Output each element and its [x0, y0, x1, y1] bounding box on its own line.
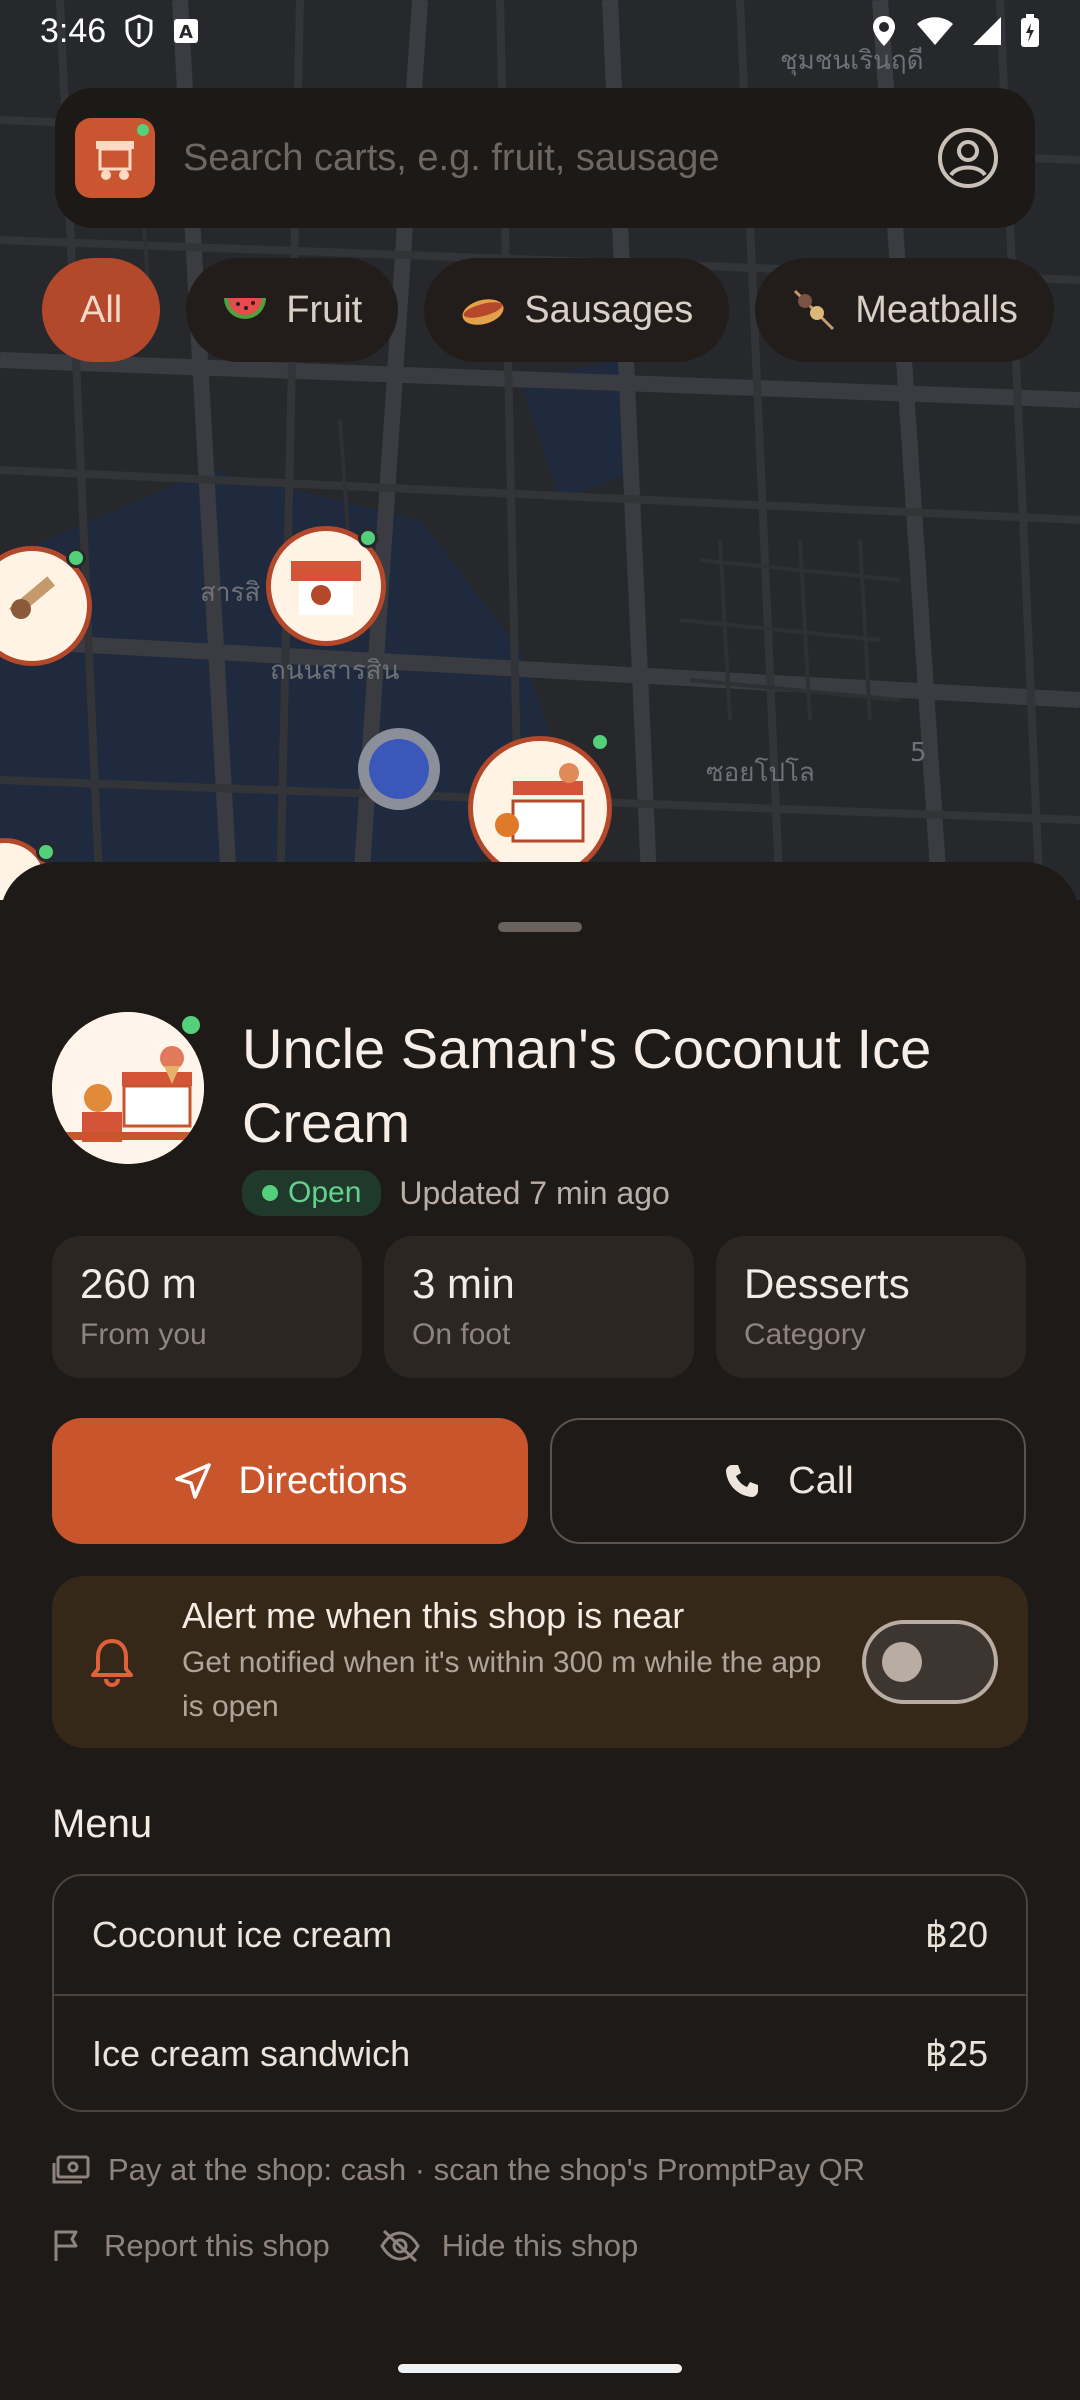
bell-icon	[91, 1639, 133, 1687]
status-time: 3:46	[40, 11, 107, 50]
font-icon: A	[174, 19, 199, 43]
online-indicator	[358, 528, 378, 548]
shop-avatar	[52, 1012, 204, 1164]
stat-value: 3 min	[412, 1260, 515, 1307]
directions-button[interactable]: Directions	[52, 1418, 528, 1544]
footer-links: Report this shop Hide this shop	[52, 2228, 638, 2264]
menu-item-price: ฿20	[925, 1914, 988, 1955]
map-label: สารสิ	[200, 578, 261, 608]
chip-label: Meatballs	[855, 288, 1018, 331]
app-logo	[75, 118, 155, 198]
alert-description: Get notified when it's within 300 m whil…	[182, 1646, 822, 1723]
search-bar[interactable]: Search carts, e.g. fruit, sausage	[55, 88, 1035, 228]
flag-icon	[54, 2230, 78, 2261]
call-label: Call	[788, 1459, 854, 1502]
chip-label: All	[80, 288, 123, 331]
hide-label: Hide this shop	[441, 2228, 639, 2263]
chip-fruit[interactable]: Fruit	[186, 258, 399, 362]
stat-label: On foot	[412, 1318, 511, 1351]
food-cart-icon	[96, 141, 134, 180]
stat-distance: 260 m From you	[52, 1236, 362, 1378]
user-location-marker	[358, 728, 440, 810]
shop-stats: 260 m From you 3 min On foot Desserts Ca…	[52, 1236, 1026, 1378]
shop-header: Uncle Saman's Coconut Ice Cream Open Upd…	[52, 1012, 1032, 1216]
location-icon	[873, 16, 895, 46]
status-bar: 3:46 A	[0, 0, 1080, 62]
navigation-arrow-icon	[174, 1463, 211, 1499]
svg-text:A: A	[179, 22, 193, 43]
menu-item-name: Coconut ice cream	[92, 1914, 393, 1955]
menu-list: Coconut ice cream ฿20 Ice cream sandwich…	[52, 1874, 1028, 2112]
action-buttons: Directions Call	[52, 1418, 1026, 1544]
menu-item-price: ฿25	[925, 2033, 988, 2074]
map-label: ซอยโปโล	[706, 758, 815, 788]
chip-label: Sausages	[524, 288, 694, 331]
map-label: 5	[910, 738, 927, 768]
phone-icon	[726, 1465, 759, 1497]
sheet-drag-handle[interactable]	[498, 922, 582, 932]
online-indicator	[36, 842, 56, 862]
menu-item: Coconut ice cream ฿20	[54, 1876, 1026, 1994]
stat-category: Desserts Category	[716, 1236, 1026, 1378]
status-label: Open	[288, 1176, 362, 1209]
shop-name: Uncle Saman's Coconut Ice Cream	[242, 1017, 932, 1154]
menu-item-name: Ice cream sandwich	[92, 2033, 411, 2074]
stat-value: Desserts	[744, 1260, 910, 1307]
payment-info: Pay at the shop: cash · scan the shop's …	[52, 2152, 865, 2188]
map-label: ถนนสารสิน	[270, 656, 400, 686]
search-input[interactable]: Search carts, e.g. fruit, sausage	[183, 137, 720, 180]
cart-marker[interactable]	[468, 736, 612, 880]
stat-label: From you	[80, 1318, 207, 1351]
updated-time: Updated 7 min ago	[399, 1174, 670, 1211]
online-indicator	[66, 548, 86, 568]
menu-heading: Menu	[52, 1802, 153, 1846]
wifi-icon	[917, 17, 953, 45]
chip-sausages[interactable]: Sausages	[424, 258, 730, 362]
signal-icon	[973, 17, 1001, 45]
alert-title: Alert me when this shop is near	[182, 1595, 685, 1636]
chip-meatballs[interactable]: Meatballs	[755, 258, 1054, 362]
call-button[interactable]: Call	[550, 1418, 1026, 1544]
report-label: Report this shop	[104, 2228, 330, 2263]
chip-all[interactable]: All	[42, 258, 161, 362]
stat-walk-time: 3 min On foot	[384, 1236, 694, 1378]
gesture-home-bar[interactable]	[398, 2364, 682, 2373]
account-icon[interactable]	[937, 127, 999, 189]
watermelon-icon	[224, 298, 267, 319]
stat-label: Category	[744, 1318, 866, 1351]
online-indicator	[178, 1012, 204, 1038]
category-chips: All Fruit Sausages Meatballs	[42, 258, 1054, 362]
hotdog-icon	[462, 299, 504, 325]
shop-detail-sheet: Uncle Saman's Coconut Ice Cream Open Upd…	[0, 862, 1080, 2400]
online-indicator	[590, 732, 610, 752]
directions-label: Directions	[238, 1459, 408, 1502]
hide-shop-link[interactable]: Hide this shop	[379, 2228, 639, 2264]
report-shop-link[interactable]: Report this shop	[52, 2228, 330, 2264]
eye-off-icon	[379, 2229, 420, 2263]
menu-item: Ice cream sandwich ฿25	[54, 1994, 1026, 2110]
payment-text: Pay at the shop: cash · scan the shop's …	[108, 2152, 866, 2187]
proximity-alert-toggle[interactable]	[862, 1620, 998, 1704]
stat-value: 260 m	[80, 1260, 197, 1307]
proximity-alert-card: Alert me when this shop is near Get noti…	[52, 1576, 1028, 1748]
shield-icon	[125, 14, 153, 48]
skewer-icon	[794, 289, 835, 331]
battery-charging-icon	[1021, 14, 1039, 47]
open-status-badge: Open	[242, 1170, 382, 1216]
cash-icon	[52, 2155, 90, 2184]
chip-label: Fruit	[286, 288, 363, 331]
